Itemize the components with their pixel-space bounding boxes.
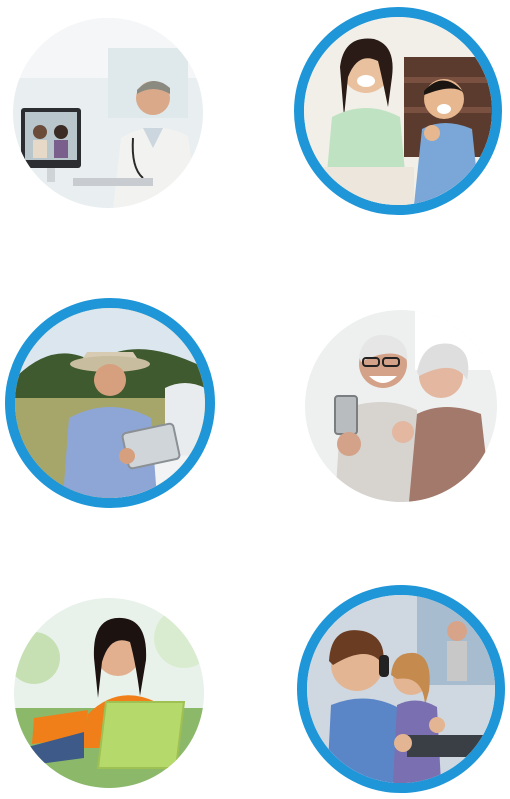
photo-doctor-video-call <box>13 18 203 208</box>
photo-woman-laptop-outdoors <box>14 598 204 788</box>
photo-children-classroom-laptops <box>297 585 505 793</box>
photo-seniors-video-selfie <box>305 310 497 502</box>
photo-farmer-tablet <box>5 298 215 508</box>
photo-mother-son-laughing <box>294 7 502 215</box>
